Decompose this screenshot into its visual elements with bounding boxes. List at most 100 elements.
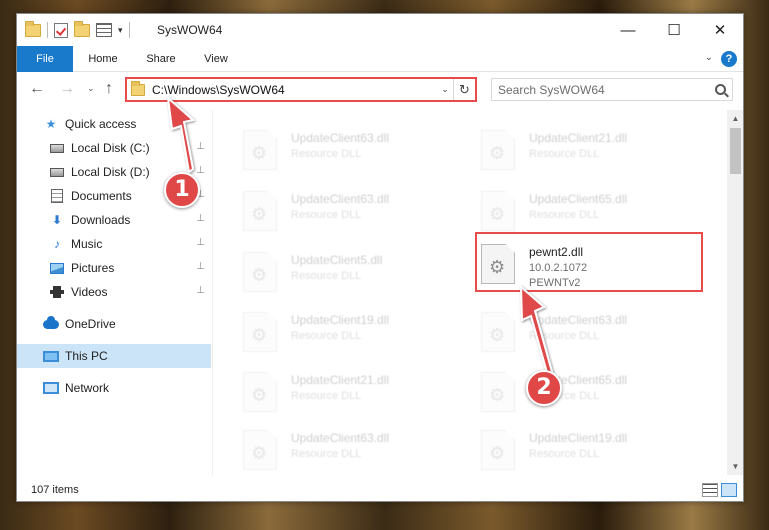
sidebar-item-local-disk-c[interactable]: Local Disk (C:) ⊥ <box>17 136 211 160</box>
search-input[interactable] <box>498 82 711 97</box>
up-arrow-icon[interactable]: ↑ <box>105 80 113 98</box>
file-item[interactable]: UpdateClient19.dll Resource DLL <box>223 308 453 364</box>
tab-view[interactable]: View <box>193 46 239 72</box>
sidebar-item-label: Local Disk (D:) <box>71 165 150 179</box>
sidebar-item-label: OneDrive <box>65 317 116 331</box>
cloud-icon <box>43 315 59 332</box>
explorer-window: ▾ SysWOW64 — ☐ ✕ File Home Share View ⌄ … <box>16 13 744 502</box>
forward-arrow-icon[interactable]: → <box>59 80 75 98</box>
tab-share[interactable]: Share <box>135 46 187 72</box>
tab-home[interactable]: Home <box>77 46 129 72</box>
close-button[interactable]: ✕ <box>697 14 743 46</box>
search-icon[interactable] <box>715 84 726 95</box>
download-icon: ⬇ <box>51 213 63 227</box>
quick-access-toolbar: ▾ <box>25 20 130 38</box>
dll-file-icon <box>481 312 515 352</box>
pin-icon[interactable]: ⊥ <box>196 237 205 248</box>
customize-toolbar-dropdown[interactable]: ▾ <box>118 25 123 36</box>
scroll-up-arrow-icon[interactable]: ▲ <box>727 110 743 127</box>
address-dropdown-chevron-icon[interactable]: ⌄ <box>437 84 453 95</box>
tiles-view-icon[interactable] <box>721 483 737 497</box>
sidebar-item-downloads[interactable]: ⬇ Downloads ⊥ <box>17 208 211 232</box>
address-path[interactable]: C:\Windows\SysWOW64 <box>152 83 437 97</box>
vertical-scrollbar[interactable]: ▲ ▼ <box>727 110 743 475</box>
file-item[interactable]: UpdateClient5.dll Resource DLL <box>223 248 453 304</box>
recent-locations-dropdown[interactable]: ⌄ <box>87 83 95 94</box>
pin-icon[interactable]: ⊥ <box>196 141 205 152</box>
maximize-button[interactable]: ☐ <box>651 14 697 46</box>
address-bar[interactable]: C:\Windows\SysWOW64 ⌄ ↻ <box>125 77 477 102</box>
sidebar-item-label: Music <box>71 237 103 251</box>
pin-icon[interactable]: ⊥ <box>196 261 205 272</box>
sidebar-item-quick-access[interactable]: ★ Quick access <box>17 112 211 136</box>
status-bar: 107 items <box>17 479 743 501</box>
refresh-icon[interactable]: ↻ <box>453 79 475 100</box>
sidebar-item-music[interactable]: ♪ Music ⊥ <box>17 232 211 256</box>
file-item[interactable]: UpdateClient21.dll Resource DLL <box>461 126 691 182</box>
dll-file-icon <box>243 252 277 292</box>
computer-icon <box>43 348 59 364</box>
dll-file-icon <box>481 372 515 412</box>
ribbon-tabs: File Home Share View ⌄ ? <box>17 46 743 72</box>
file-name: UpdateClient63.dll <box>291 131 390 145</box>
properties-icon[interactable] <box>96 23 112 37</box>
file-description: Resource DLL <box>291 390 362 402</box>
toolbar-divider <box>128 22 130 38</box>
pin-icon[interactable]: ⊥ <box>196 165 205 176</box>
file-description: Resource DLL <box>291 148 362 160</box>
back-arrow-icon[interactable]: ← <box>29 80 45 98</box>
file-item[interactable]: UpdateClient21.dll Resource DLL <box>223 368 453 424</box>
window-controls: — ☐ ✕ <box>605 14 743 46</box>
scroll-down-arrow-icon[interactable]: ▼ <box>727 458 743 475</box>
tab-file[interactable]: File <box>17 46 73 72</box>
file-name: UpdateClient63.dll <box>529 313 628 327</box>
pin-icon[interactable]: ⊥ <box>196 285 205 296</box>
folder-icon <box>25 20 41 37</box>
pin-icon[interactable]: ⊥ <box>196 213 205 224</box>
dll-file-icon <box>243 372 277 412</box>
details-view-icon[interactable] <box>702 483 718 497</box>
file-description: Resource DLL <box>291 448 362 460</box>
file-name: UpdateClient5.dll <box>291 253 383 267</box>
sidebar-item-network[interactable]: Network <box>17 376 211 400</box>
sidebar-item-label: Local Disk (C:) <box>71 141 150 155</box>
scroll-thumb[interactable] <box>730 128 741 174</box>
file-description: Resource DLL <box>529 330 600 342</box>
file-item[interactable]: UpdateClient65.dll Resource DLL <box>461 368 691 424</box>
file-description: Resource DLL <box>291 209 362 221</box>
sidebar-item-pictures[interactable]: Pictures ⊥ <box>17 256 211 280</box>
dll-file-icon <box>243 130 277 170</box>
properties-check-icon[interactable] <box>54 22 68 38</box>
dll-file-icon <box>481 191 515 231</box>
navigation-pane: ★ Quick access Local Disk (C:) ⊥ Local D… <box>17 110 213 475</box>
drive-icon <box>49 140 65 156</box>
navigation-bar: ← → ⌄ ↑ C:\Windows\SysWOW64 ⌄ ↻ <box>17 73 743 106</box>
file-item[interactable]: UpdateClient63.dll Resource DLL <box>223 426 453 475</box>
file-item[interactable]: UpdateClient63.dll Resource DLL <box>461 308 691 364</box>
file-description: Resource DLL <box>529 209 600 221</box>
file-name: UpdateClient63.dll <box>291 192 390 206</box>
file-item[interactable]: UpdateClient63.dll Resource DLL <box>223 126 453 182</box>
file-item[interactable]: UpdateClient63.dll Resource DLL <box>223 187 453 243</box>
drive-icon <box>49 164 65 180</box>
pictures-icon <box>49 260 65 276</box>
step-1-badge: 1 <box>164 172 200 208</box>
dll-file-icon <box>481 130 515 170</box>
sidebar-item-videos[interactable]: Videos ⊥ <box>17 280 211 304</box>
title-bar: ▾ SysWOW64 — ☐ ✕ <box>17 14 743 46</box>
minimize-button[interactable]: — <box>605 14 651 46</box>
sidebar-item-label: This PC <box>65 349 108 363</box>
sidebar-item-this-pc[interactable]: This PC <box>17 344 211 368</box>
sidebar-item-onedrive[interactable]: OneDrive <box>17 312 211 336</box>
file-name: UpdateClient19.dll <box>529 431 628 445</box>
file-name: UpdateClient21.dll <box>291 373 390 387</box>
network-icon <box>43 380 59 396</box>
documents-icon <box>49 188 65 204</box>
file-name: UpdateClient63.dll <box>291 431 390 445</box>
file-item[interactable]: UpdateClient19.dll Resource DLL <box>461 426 691 475</box>
help-icon[interactable]: ? <box>721 51 737 67</box>
search-box[interactable] <box>491 78 733 101</box>
expand-ribbon-chevron-icon[interactable]: ⌄ <box>705 52 713 63</box>
new-folder-icon[interactable] <box>74 20 90 37</box>
window-title: SysWOW64 <box>157 23 223 37</box>
